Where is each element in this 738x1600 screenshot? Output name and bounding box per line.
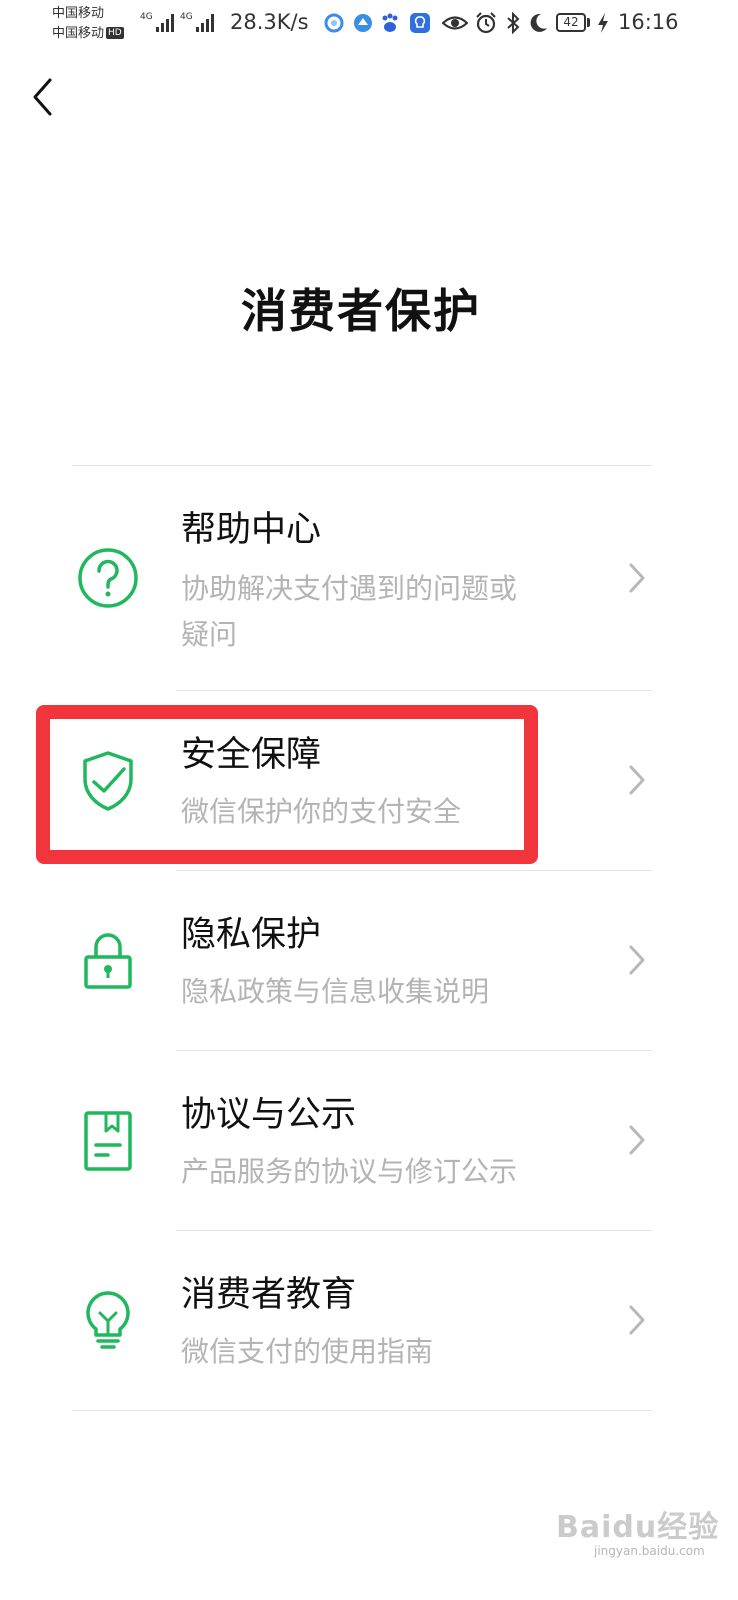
chevron-right-icon <box>629 563 645 593</box>
eye-icon <box>442 16 468 30</box>
bluetooth-icon <box>507 12 520 34</box>
description-line-1: 协助解决支付遇到的问题或 <box>181 572 518 605</box>
watermark-logo: Baidu经验 <box>556 1510 720 1545</box>
menu-item-consumer-education[interactable]: 消费者教育 微信支付的使用指南 <box>0 1231 738 1410</box>
chevron-left-icon <box>33 78 52 116</box>
lightbulb-icon <box>86 1291 130 1349</box>
battery-indicator: 42 <box>556 13 586 32</box>
watermark-url: jingyan.baidu.com <box>594 1544 705 1558</box>
battery-tip <box>587 18 590 27</box>
list-bottom-divider <box>72 1410 652 1411</box>
lightbulb-app-icon <box>410 13 430 33</box>
document-icon <box>84 1111 132 1171</box>
alarm-icon <box>476 12 496 34</box>
description-line-2: 疑问 <box>181 618 238 651</box>
notification-app-icon <box>324 13 344 33</box>
signal-strength-2: 4G <box>180 12 214 32</box>
menu-item-description: 产品服务的协议与修订公示 <box>181 1155 518 1188</box>
menu-item-agreements[interactable]: 协议与公示 产品服务的协议与修订公示 <box>0 1051 738 1230</box>
carrier-2: 中国移动 <box>52 26 105 41</box>
menu-item-title: 隐私保护 <box>181 915 322 955</box>
hd-badge: HD <box>106 27 124 39</box>
network-type-2: 4G <box>180 12 193 22</box>
shield-check-icon <box>83 751 133 811</box>
page-title: 消费者保护 <box>241 284 481 338</box>
chevron-right-icon <box>629 945 645 975</box>
status-bar: 中国移动 中国移动 HD 4G 4G 28.3K/s 42 16:16 <box>0 0 738 52</box>
clock: 16:16 <box>618 10 679 34</box>
menu-item-title: 安全保障 <box>181 735 322 775</box>
chevron-right-icon <box>629 1305 645 1335</box>
menu-item-privacy[interactable]: 隐私保护 隐私政策与信息收集说明 <box>0 871 738 1050</box>
carrier-1: 中国移动 <box>52 6 105 21</box>
menu-item-security[interactable]: 安全保障 微信保护你的支付安全 <box>0 691 738 870</box>
carrier-info: 中国移动 中国移动 HD <box>52 4 124 44</box>
chevron-right-icon <box>629 1125 645 1155</box>
browser-app-icon <box>354 14 372 32</box>
question-circle-icon <box>78 548 138 608</box>
moon-icon <box>530 13 547 32</box>
menu-item-title: 协议与公示 <box>181 1095 357 1135</box>
network-speed: 28.3K/s <box>230 10 309 34</box>
menu-item-description: 微信支付的使用指南 <box>181 1335 434 1368</box>
signal-strength-1: 4G <box>140 12 174 32</box>
network-type-1: 4G <box>140 12 153 22</box>
menu-item-description: 微信保护你的支付安全 <box>181 795 462 828</box>
back-button[interactable] <box>24 72 64 122</box>
menu-item-title: 帮助中心 <box>181 510 322 550</box>
menu-item-help-center[interactable]: 帮助中心 协助解决支付遇到的问题或 疑问 <box>0 466 738 690</box>
baidu-paw-icon <box>382 13 398 32</box>
menu-item-title: 消费者教育 <box>181 1275 357 1315</box>
lock-icon <box>84 933 132 989</box>
menu-item-description: 隐私政策与信息收集说明 <box>181 975 490 1008</box>
chevron-right-icon <box>629 765 645 795</box>
menu-item-description: 协助解决支付遇到的问题或 疑问 <box>181 566 581 658</box>
charging-icon <box>598 13 608 33</box>
